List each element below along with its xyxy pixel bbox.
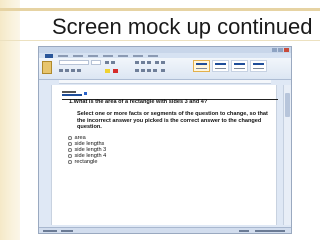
dropdown-marker-icon[interactable]: [84, 92, 87, 95]
justify-icon[interactable]: [153, 69, 157, 72]
document-area: 1.What is the area of a rectangle with s…: [39, 85, 285, 225]
instruction-text: Select one or more facts or segments of …: [77, 111, 268, 131]
close-button[interactable]: [284, 48, 289, 52]
strikethrough-icon[interactable]: [77, 69, 81, 72]
title-divider: [0, 40, 320, 41]
style-heading-1[interactable]: [231, 60, 248, 72]
increase-indent-icon[interactable]: [161, 61, 165, 64]
ribbon-toolbar: [39, 58, 291, 80]
tab-review[interactable]: [133, 54, 143, 57]
underline-icon[interactable]: [71, 69, 75, 72]
styles-group: [193, 60, 273, 76]
slide-left-accent: [0, 0, 20, 240]
scrollbar-thumb[interactable]: [285, 93, 290, 117]
clipboard-group: [42, 60, 56, 76]
italic-icon[interactable]: [65, 69, 69, 72]
decrease-indent-icon[interactable]: [155, 61, 159, 64]
vertical-scrollbar[interactable]: [283, 85, 291, 225]
radio-button[interactable]: [68, 154, 72, 158]
page-count-status[interactable]: [43, 230, 57, 232]
tab-mailings[interactable]: [118, 54, 128, 57]
word-window: 1.What is the area of a rectangle with s…: [38, 46, 292, 234]
document-page[interactable]: 1.What is the area of a rectangle with s…: [51, 85, 278, 225]
style-normal[interactable]: [193, 60, 210, 72]
bullets-icon[interactable]: [135, 61, 139, 64]
numbering-icon[interactable]: [141, 61, 145, 64]
highlight-icon[interactable]: [105, 69, 110, 73]
style-heading-2[interactable]: [250, 60, 267, 72]
view-buttons[interactable]: [239, 230, 249, 232]
align-right-icon[interactable]: [147, 69, 151, 72]
question-text: 1.What is the area of a rectangle with s…: [69, 99, 208, 105]
multilevel-list-icon[interactable]: [147, 61, 151, 64]
document-header-block: [62, 91, 82, 97]
window-title-bar: [39, 47, 291, 53]
word-count-status[interactable]: [61, 230, 73, 232]
maximize-button[interactable]: [278, 48, 283, 52]
answer-list: area side lengths side length 3 side len…: [68, 135, 106, 165]
horizontal-ruler: [59, 80, 271, 84]
font-name-field[interactable]: [59, 60, 89, 65]
radio-button[interactable]: [68, 136, 72, 140]
tab-references[interactable]: [103, 54, 113, 57]
radio-button[interactable]: [68, 148, 72, 152]
paragraph-group: [135, 60, 189, 76]
radio-button[interactable]: [68, 160, 72, 164]
style-no-spacing[interactable]: [212, 60, 229, 72]
font-color-icon[interactable]: [113, 69, 118, 73]
shrink-font-icon[interactable]: [111, 61, 115, 64]
line-spacing-icon[interactable]: [161, 69, 165, 72]
radio-button[interactable]: [68, 142, 72, 146]
minimize-button[interactable]: [272, 48, 277, 52]
tab-insert[interactable]: [73, 54, 83, 57]
zoom-slider[interactable]: [255, 230, 285, 232]
align-left-icon[interactable]: [135, 69, 139, 72]
slide-top-accent: [0, 8, 320, 11]
slide-title: Screen mock up continued: [52, 14, 313, 39]
font-group: [59, 60, 131, 76]
answer-label: rectangle: [74, 159, 98, 165]
grow-font-icon[interactable]: [105, 61, 109, 64]
tab-view[interactable]: [148, 54, 158, 57]
tab-page-layout[interactable]: [88, 54, 98, 57]
align-center-icon[interactable]: [141, 69, 145, 72]
tab-home[interactable]: [58, 54, 68, 57]
paste-icon[interactable]: [42, 61, 52, 74]
presentation-slide: Screen mock up continued 1.What is the a…: [0, 0, 320, 240]
answer-option[interactable]: rectangle: [68, 159, 106, 165]
status-bar: [39, 227, 291, 233]
tab-file[interactable]: [45, 53, 53, 58]
font-size-field[interactable]: [91, 60, 101, 65]
bold-icon[interactable]: [59, 69, 63, 72]
